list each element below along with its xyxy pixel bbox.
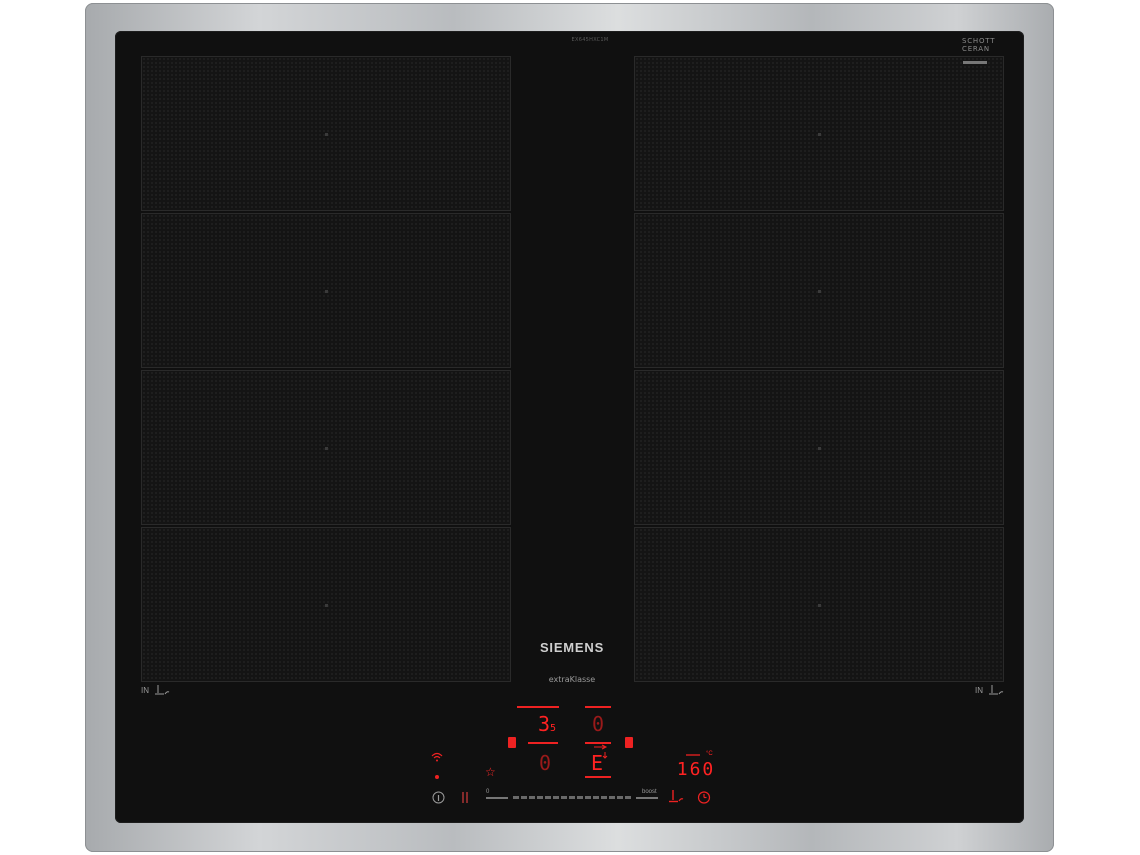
status-led xyxy=(435,775,439,779)
zone-left-4[interactable] xyxy=(141,527,511,682)
right-zone-bottom-bar xyxy=(585,776,611,778)
zone-marker xyxy=(325,290,328,293)
zone-right-4[interactable] xyxy=(634,527,1004,682)
zone-left-1[interactable] xyxy=(141,56,511,211)
left-timer-display[interactable]: 0 xyxy=(588,712,608,736)
zone-marker xyxy=(325,447,328,450)
zone-marker xyxy=(818,447,821,450)
right-zone-indicator-icon xyxy=(625,737,633,748)
temperature-display[interactable]: 160 xyxy=(672,759,720,780)
sub-brand: extraKlasse xyxy=(548,675,596,684)
left-zone-top-bar xyxy=(517,706,559,708)
pan-transfer-icon xyxy=(594,744,608,759)
slider-start-segment[interactable] xyxy=(486,797,508,799)
zone-marker xyxy=(818,290,821,293)
power-move-icon[interactable] xyxy=(461,791,469,804)
induction-icon xyxy=(155,685,170,695)
left-power-main: 3 xyxy=(537,712,550,736)
zone-left-3[interactable] xyxy=(141,370,511,525)
model-code: EX645HXC1M xyxy=(571,37,609,43)
slider-boost-segment[interactable] xyxy=(636,797,658,799)
zone-marker xyxy=(325,604,328,607)
left-lower-display[interactable]: 0 xyxy=(535,751,555,775)
brand-logo: SIEMENS xyxy=(539,640,605,655)
slider-max-label: boost xyxy=(642,789,657,795)
zone-marker xyxy=(325,133,328,136)
zone-left-2[interactable] xyxy=(141,213,511,368)
power-slider[interactable] xyxy=(513,796,631,799)
zone-right-2[interactable] xyxy=(634,213,1004,368)
glass-brand-line-2: CERAN xyxy=(962,45,990,53)
wifi-icon[interactable] xyxy=(431,752,443,762)
left-zone-indicator-icon xyxy=(508,737,516,748)
glass-brand-logo: SCHOTT CERAN xyxy=(962,37,1002,53)
timer-icon[interactable] xyxy=(697,790,711,804)
temperature-indicator-icon xyxy=(686,754,700,756)
glass-brand-bar xyxy=(963,61,987,64)
power-info-icon[interactable] xyxy=(432,791,445,804)
glass-brand-line-1: SCHOTT xyxy=(962,37,996,45)
induction-icon xyxy=(989,685,1004,695)
pan-sensor-icon[interactable] xyxy=(668,790,684,803)
zone-marker xyxy=(818,133,821,136)
zone-right-3[interactable] xyxy=(634,370,1004,525)
left-zone-mid-bar xyxy=(528,742,558,744)
zone-left-label: IN xyxy=(141,686,149,695)
temperature-unit: °C xyxy=(706,751,713,757)
right-zone-top-bar xyxy=(585,706,611,708)
left-power-decimal: 5 xyxy=(550,723,557,734)
left-power-level[interactable]: 35 xyxy=(532,712,562,736)
zone-marker xyxy=(818,604,821,607)
slider-min-label: 0 xyxy=(486,789,490,795)
zone-right-1[interactable] xyxy=(634,56,1004,211)
zone-right-label: IN xyxy=(975,686,983,695)
favorite-star-icon[interactable]: ☆ xyxy=(485,765,496,779)
